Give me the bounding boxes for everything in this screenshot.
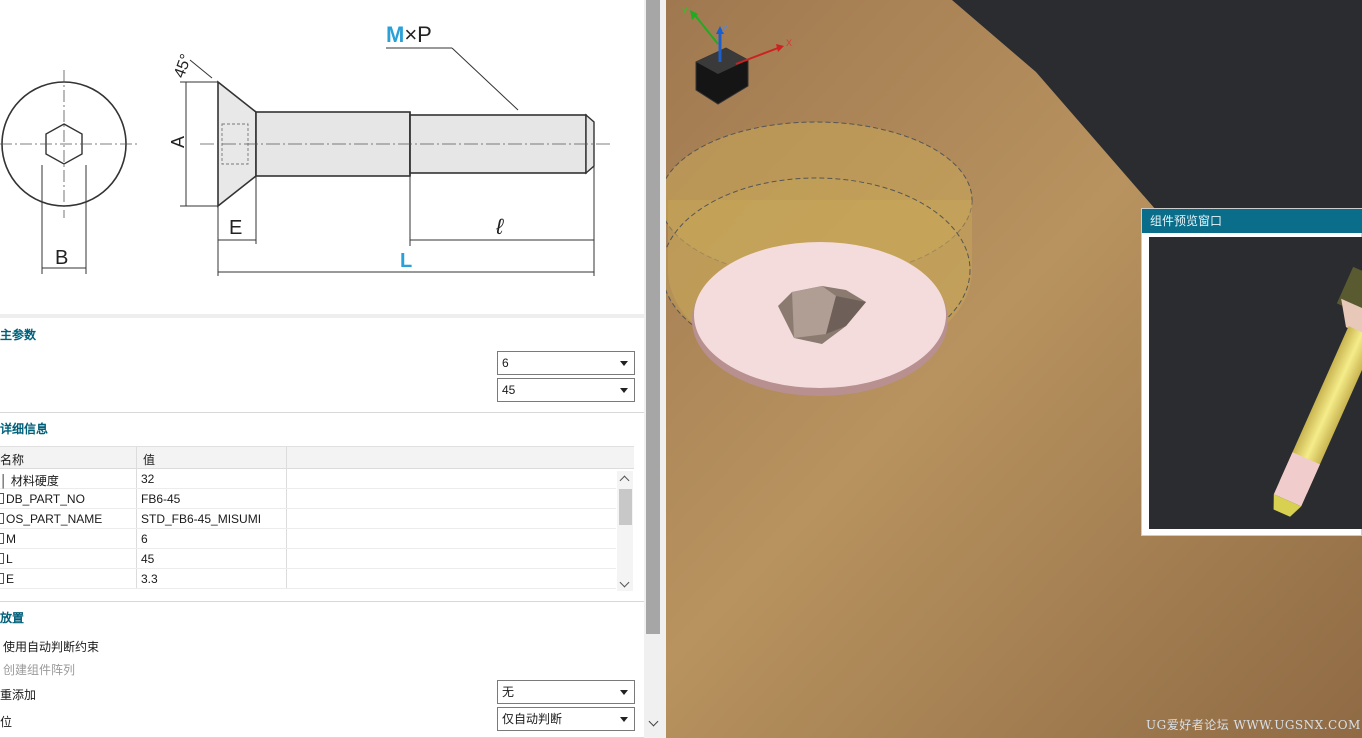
dim-label-45: 45° xyxy=(171,52,195,81)
column-header-value[interactable]: 值 xyxy=(143,451,155,468)
part-drawing-section: B A 45° E ℓ L M×P xyxy=(0,0,644,318)
row-name: M xyxy=(6,532,16,546)
dim-label-mxp: M×P xyxy=(386,22,432,47)
table-row[interactable]: │ 材料硬度 32 xyxy=(0,469,616,489)
position-dropdown-value: 仅自动判断 xyxy=(502,712,563,726)
position-dropdown[interactable]: 仅自动判断 xyxy=(497,707,635,731)
drawing-separator xyxy=(0,314,644,318)
chevron-up-icon[interactable] xyxy=(619,475,630,486)
dialog-scrollbar-thumb[interactable] xyxy=(646,0,660,634)
chevron-down-icon xyxy=(620,717,628,722)
screw-dimension-drawing: B A 45° E ℓ L M×P xyxy=(0,22,612,276)
table-header: 名称 值 xyxy=(0,447,634,469)
row-value: 6 xyxy=(141,532,148,546)
create-array-option[interactable]: 创建组件阵列 xyxy=(3,661,75,678)
position-label: 位 xyxy=(0,715,13,729)
table-row[interactable]: OS_PART_NAME STD_FB6-45_MISUMI xyxy=(0,509,616,529)
row-name: L xyxy=(6,552,13,566)
row-value: 45 xyxy=(141,552,155,566)
axis-label-z: Z xyxy=(722,24,728,34)
attribute-icon xyxy=(0,493,4,504)
table-row[interactable]: M 6 xyxy=(0,529,616,549)
dim-label-E: E xyxy=(229,217,242,239)
table-scrollbar-thumb[interactable] xyxy=(619,489,632,525)
repeat-add-dropdown[interactable]: 无 xyxy=(497,680,635,704)
size-dropdown[interactable]: 6 xyxy=(497,351,635,375)
graphics-viewport[interactable]: 组件预览窗口 Y Z X UG爱好者论坛 WWW.UGSNX.COM xyxy=(666,0,1362,738)
row-name: OS_PART_NAME xyxy=(6,512,103,526)
details-title: 详细信息 xyxy=(0,422,49,436)
details-section: 详细信息 名称 值 │ 材料硬度 32 DB_PART_NO FB6-45 OS… xyxy=(0,414,644,602)
length-dropdown-value: 45 xyxy=(502,383,516,397)
chevron-down-icon[interactable] xyxy=(619,577,630,588)
chevron-down-icon xyxy=(620,388,628,393)
repeat-add-dropdown-value: 无 xyxy=(502,685,515,699)
row-name: DB_PART_NO xyxy=(6,492,85,506)
auto-constraint-option[interactable]: 使用自动判断约束 xyxy=(3,638,99,655)
row-name: E xyxy=(6,572,15,586)
row-value: STD_FB6-45_MISUMI xyxy=(141,512,262,526)
table-row[interactable]: L 45 xyxy=(0,549,616,569)
screw-preview-model xyxy=(1273,266,1362,517)
preview-canvas[interactable] xyxy=(1149,237,1362,529)
component-dialog: B A 45° E ℓ L M×P 主参数 6 45 详细信息 名称 值 │ 材… xyxy=(0,0,644,738)
main-params-section: 主参数 6 45 xyxy=(0,320,644,413)
row-name: │ 材料硬度 xyxy=(0,474,59,488)
table-row[interactable]: DB_PART_NO FB6-45 xyxy=(0,489,616,509)
dim-label-B: B xyxy=(55,247,68,269)
repeat-add-label: 重添加 xyxy=(0,688,37,702)
component-preview-window[interactable]: 组件预览窗口 xyxy=(1141,208,1362,536)
placement-title: 放置 xyxy=(0,611,25,625)
dim-label-l: ℓ xyxy=(495,214,504,239)
column-header-name[interactable]: 名称 xyxy=(0,451,24,468)
table-scrollbar[interactable] xyxy=(617,471,633,591)
row-value: FB6-45 xyxy=(141,492,181,506)
row-value: 32 xyxy=(141,472,155,486)
chevron-down-icon xyxy=(620,361,628,366)
forum-watermark: UG爱好者论坛 WWW.UGSNX.COM xyxy=(1146,718,1361,732)
attribute-icon xyxy=(0,513,4,524)
length-dropdown[interactable]: 45 xyxy=(497,378,635,402)
main-params-title: 主参数 xyxy=(0,328,37,342)
axis-label-y: Y xyxy=(682,6,688,16)
view-triad[interactable]: Y Z X xyxy=(666,0,806,120)
dialog-scrollbar[interactable] xyxy=(644,0,666,738)
row-value: 3.3 xyxy=(141,572,158,586)
axis-label-x: X xyxy=(786,38,792,48)
attribute-icon xyxy=(0,573,4,584)
dim-label-A: A xyxy=(168,136,188,148)
preview-window-title[interactable]: 组件预览窗口 xyxy=(1142,209,1362,233)
chevron-down-icon[interactable] xyxy=(648,716,659,727)
chevron-down-icon xyxy=(620,690,628,695)
dim-label-L: L xyxy=(400,250,412,272)
attribute-icon xyxy=(0,533,4,544)
size-dropdown-value: 6 xyxy=(502,356,509,370)
details-table: 名称 值 │ 材料硬度 32 DB_PART_NO FB6-45 OS_PART… xyxy=(0,446,634,602)
placement-section: 放置 使用自动判断约束 创建组件阵列 重添加 无 位 仅自动判断 xyxy=(0,603,644,738)
attribute-icon xyxy=(0,553,4,564)
table-row[interactable]: E 3.3 xyxy=(0,569,616,589)
